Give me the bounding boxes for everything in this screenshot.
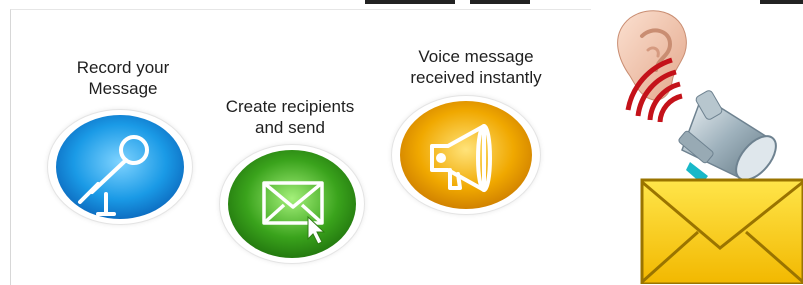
step-1-label-line1: Record your <box>76 58 170 77</box>
step-2-label: Create recipients and send <box>200 96 380 138</box>
silver-megaphone-icon <box>678 90 777 184</box>
step-3-label-line1: Voice message <box>418 47 534 66</box>
top-edge-fragment <box>470 0 530 4</box>
step-3-badge <box>392 96 540 214</box>
yellow-envelope-icon <box>640 178 803 284</box>
step-2-label-line1: Create recipients <box>225 97 355 116</box>
step-3-label: Voice message received instantly <box>386 46 566 88</box>
step-3-label-line2: received instantly <box>410 68 542 87</box>
step-2-badge <box>220 145 364 263</box>
step-1-label-line2: Message <box>88 79 158 98</box>
step-2-label-line2: and send <box>255 118 325 137</box>
voice-mail-illustration <box>617 10 803 284</box>
step-1-badge <box>48 110 192 224</box>
envelope-icon <box>228 150 356 258</box>
top-edge-fragment <box>365 0 455 4</box>
step-1-label: Record your Message <box>48 57 198 99</box>
microphone-icon <box>56 115 184 219</box>
megaphone-icon <box>400 101 532 209</box>
